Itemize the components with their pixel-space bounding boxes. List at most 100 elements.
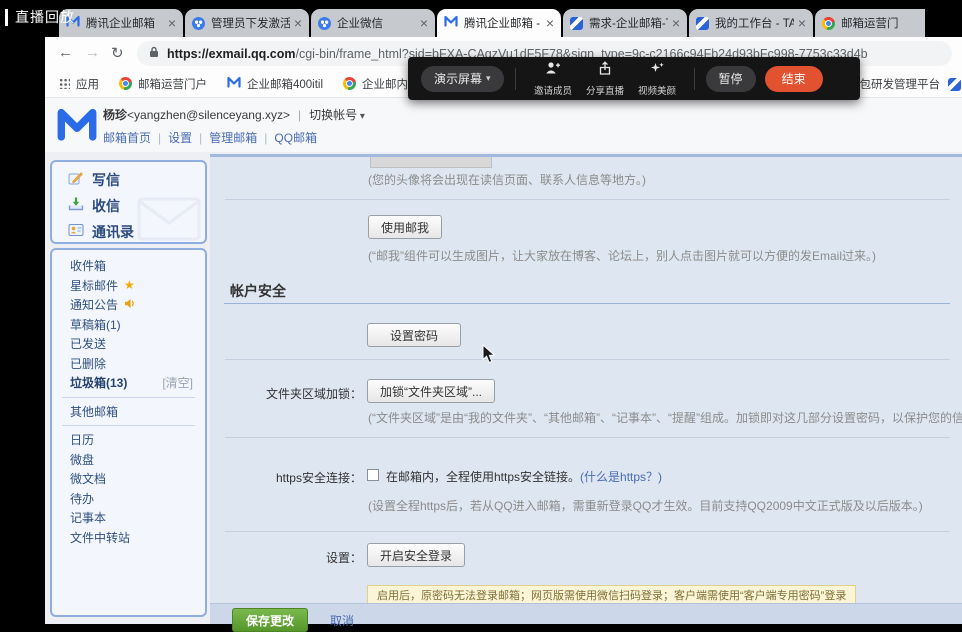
lock-icon — [149, 45, 159, 63]
video-beauty-button[interactable]: 视频美颜 — [631, 61, 683, 97]
share-live-button[interactable]: 分享直播 — [579, 61, 631, 97]
exmail-icon — [227, 75, 241, 93]
sidebar-item-drafts[interactable]: 草稿箱(1) — [52, 315, 205, 335]
meeting-toolbar: 演示屏幕 邀请成员 分享直播 视频美颜 暂停 结束 — [408, 57, 860, 100]
user-name: 杨珍 — [103, 108, 127, 122]
tab-strip: 腾讯企业邮箱 × 管理员下发激活码 × 企业微信 × 腾讯企业邮箱 - 常 × … — [45, 3, 962, 37]
https-text: 在邮箱内，全程使用https安全链接。 — [386, 470, 580, 484]
sidebar-item-todo[interactable]: 待办 — [52, 489, 205, 509]
close-icon[interactable]: × — [672, 16, 680, 30]
tab-wecom-admin[interactable]: 管理员下发激活码 × — [185, 9, 309, 37]
close-icon[interactable]: × — [294, 16, 302, 30]
tab-tapd-workbench[interactable]: 我的工作台 - TAP × — [689, 9, 813, 37]
separator: | — [298, 108, 301, 122]
share-up-icon — [597, 61, 613, 80]
divider — [225, 531, 950, 532]
sidebar-actions: 写信 收信 通讯录 — [50, 160, 207, 244]
compose-icon — [68, 170, 84, 191]
forward-icon[interactable]: → — [85, 44, 100, 61]
bookmark-apps[interactable]: 应用 — [59, 76, 99, 92]
https-checkbox[interactable] — [367, 469, 379, 481]
sidebar-item-inbox[interactable]: 收件箱 — [52, 256, 205, 276]
tapd-icon — [948, 78, 961, 91]
bookmark-exmail-400[interactable]: 企业邮箱400itil — [227, 75, 323, 93]
enable-secure-login-button[interactable]: 开启安全登录 — [367, 543, 465, 567]
close-icon[interactable]: × — [168, 16, 176, 30]
divider — [225, 199, 950, 200]
sidebar-item-notebook[interactable]: 记事本 — [52, 508, 205, 528]
sidebar-item-file-transfer[interactable]: 文件中转站 — [52, 528, 205, 548]
bookmark-outsourcing-platform[interactable]: 外包研发管理平台 — [848, 70, 962, 98]
tab-mail-portal[interactable]: 邮箱运营门 — [815, 9, 925, 37]
divider — [62, 425, 195, 426]
sidebar-item-receive[interactable]: 收信 — [52, 193, 205, 219]
sidebar-item-deleted[interactable]: 已删除 — [52, 354, 205, 374]
header-links: 邮箱首页 设置 管理邮箱 QQ邮箱 — [103, 129, 365, 146]
mailme-button[interactable]: 使用邮我 — [368, 215, 442, 239]
toolbar-item-label: 分享直播 — [586, 82, 624, 96]
tab-wecom[interactable]: 企业微信 × — [311, 9, 435, 37]
link-manage-mail[interactable]: 管理邮箱 — [192, 129, 257, 146]
tab-label: 邮箱运营门 — [841, 15, 918, 31]
cancel-link[interactable]: 取消 — [330, 612, 354, 629]
mouse-cursor — [482, 344, 497, 370]
sidebar-item-contacts[interactable]: 通讯录 — [52, 219, 205, 244]
folder-label: 文件中转站 — [70, 529, 130, 546]
avatar-upload-button-clipped[interactable] — [370, 157, 492, 168]
section-underline — [224, 303, 950, 304]
tab-tapd-requirement[interactable]: 需求-企业邮箱-TA × — [563, 9, 687, 37]
live-replay-badge: 直播回放 — [5, 7, 75, 27]
divider — [515, 68, 516, 90]
link-mail-home[interactable]: 邮箱首页 — [103, 129, 151, 146]
chrome-icon — [119, 77, 132, 90]
secure-login-label: 设置： — [210, 549, 362, 566]
divider — [694, 68, 695, 90]
close-icon[interactable]: × — [546, 16, 554, 30]
present-screen-button[interactable]: 演示屏幕 — [421, 66, 504, 92]
what-is-https-link[interactable]: (什么是https？) — [580, 470, 662, 484]
close-icon[interactable]: × — [420, 16, 428, 30]
sidebar-item-compose[interactable]: 写信 — [52, 167, 205, 193]
live-replay-bar-icon — [5, 9, 8, 26]
tab-exmail-1[interactable]: 腾讯企业邮箱 × — [59, 9, 183, 37]
save-changes-button[interactable]: 保存更改 — [232, 608, 308, 632]
bookmark-mail-portal[interactable]: 邮箱运营门户 — [119, 76, 207, 92]
folder-label: 收件箱 — [70, 257, 106, 274]
switch-account-link[interactable]: 切换帐号 — [309, 108, 365, 122]
mail-header: 杨珍<yangzhen@silenceyang.xyz>|切换帐号 邮箱首页 设… — [45, 98, 962, 152]
sidebar-item-calendar[interactable]: 日历 — [52, 430, 205, 450]
sidebar-item-wedoc[interactable]: 微文档 — [52, 469, 205, 489]
close-icon[interactable]: × — [798, 16, 806, 30]
sidebar-item-other-mailbox[interactable]: 其他邮箱 — [52, 402, 205, 422]
back-icon[interactable]: ← — [58, 44, 73, 61]
pause-button[interactable]: 暂停 — [706, 66, 756, 92]
tab-label: 管理员下发激活码 — [211, 15, 290, 31]
exmail-logo — [57, 106, 97, 147]
sidebar-item-sent[interactable]: 已发送 — [52, 334, 205, 354]
clear-junk-link[interactable]: [清空] — [162, 374, 193, 391]
folder-label: 微盘 — [70, 451, 94, 468]
link-qq-mail[interactable]: QQ邮箱 — [257, 129, 317, 146]
tab-label: 腾讯企业邮箱 — [86, 15, 164, 31]
set-password-button[interactable]: 设置密码 — [367, 323, 461, 347]
folder-label: 日历 — [70, 431, 94, 448]
wecom-icon — [318, 17, 331, 30]
toolbar-item-label: 邀请成员 — [534, 82, 572, 96]
bookmark-label: 企业邮箱400itil — [247, 76, 323, 92]
end-button[interactable]: 结束 — [765, 66, 823, 92]
folder-lock-button[interactable]: 加锁“文件夹区域”... — [367, 379, 495, 403]
wecom-icon — [192, 17, 205, 30]
sidebar-item-wedrive[interactable]: 微盘 — [52, 450, 205, 470]
invite-members-button[interactable]: 邀请成员 — [527, 61, 579, 97]
reload-icon[interactable]: ↻ — [111, 44, 124, 62]
sidebar-item-announcements[interactable]: 通知公告 — [52, 295, 205, 315]
link-settings[interactable]: 设置 — [151, 129, 192, 146]
contacts-card-icon — [68, 222, 84, 243]
folder-label: 已删除 — [70, 355, 106, 372]
tab-exmail-active[interactable]: 腾讯企业邮箱 - 常 × — [437, 9, 561, 37]
sidebar-item-junk[interactable]: 垃圾箱(13)[清空] — [52, 373, 205, 393]
bookmark-label: 应用 — [76, 76, 99, 92]
chrome-icon — [822, 17, 835, 30]
folder-label: 草稿箱(1) — [70, 316, 121, 333]
sidebar-item-starred[interactable]: 星标邮件★ — [52, 276, 205, 296]
